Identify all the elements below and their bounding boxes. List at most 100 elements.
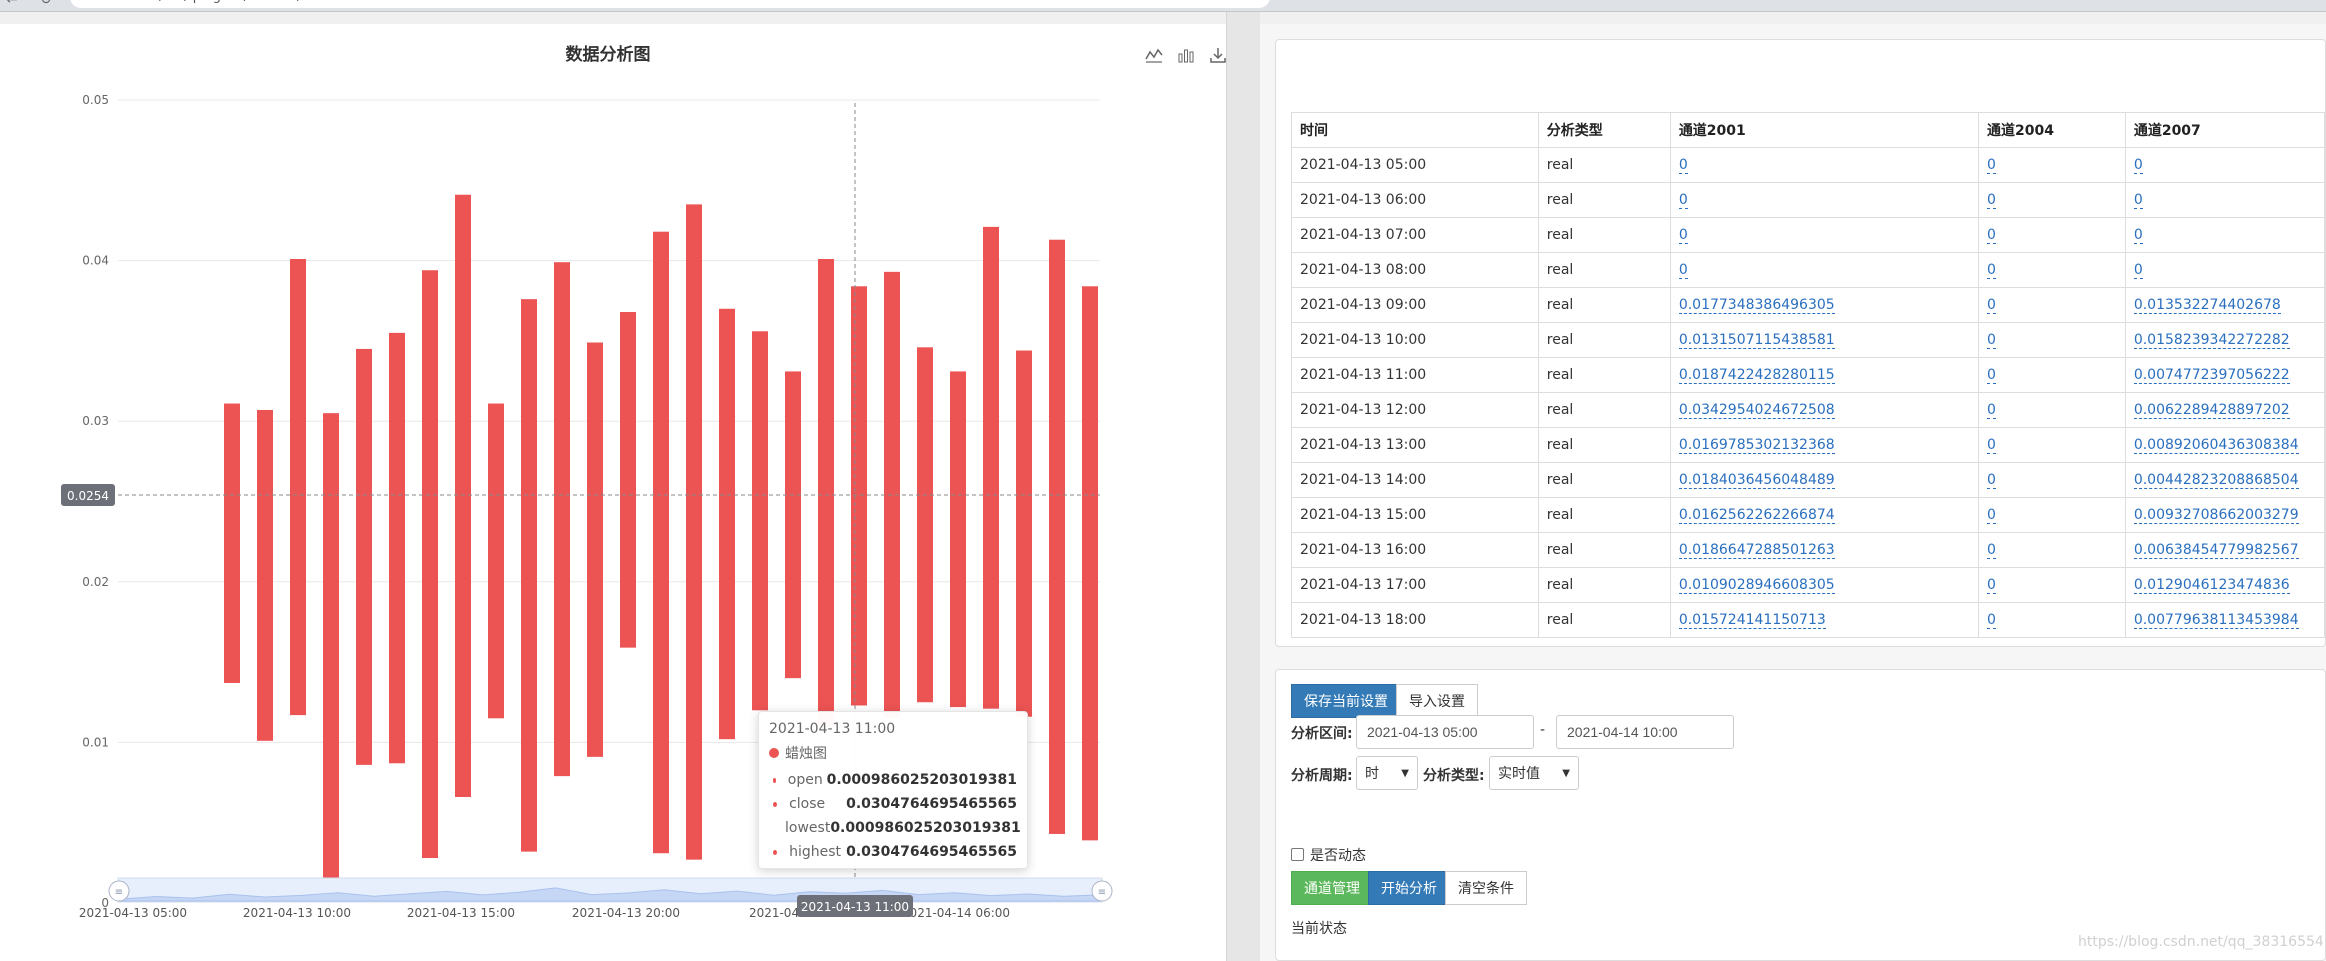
- channel-value-text[interactable]: 0: [1987, 507, 1996, 524]
- candle[interactable]: [917, 347, 933, 703]
- channel-value-link[interactable]: 0: [1978, 287, 2126, 323]
- channel-value-link[interactable]: 0.0184036456048489: [1669, 462, 1980, 498]
- candle[interactable]: [323, 413, 339, 887]
- channel-value-link[interactable]: 0: [1978, 182, 2126, 218]
- channel-value-link[interactable]: 0: [1978, 567, 2126, 603]
- candle[interactable]: [488, 403, 504, 719]
- channel-value-text[interactable]: 0: [1987, 472, 1996, 489]
- datazoom-slider[interactable]: ≡ ≡: [108, 877, 1113, 903]
- import-settings-button[interactable]: 导入设置: [1396, 684, 1478, 718]
- channel-value-link[interactable]: 0: [1978, 532, 2126, 568]
- channel-value-text[interactable]: 0.013532274402678: [2133, 297, 2281, 314]
- channel-value-text[interactable]: 0: [1987, 262, 1996, 279]
- channel-value-link[interactable]: 0.0074772397056222: [2124, 357, 2325, 393]
- channel-value-text[interactable]: 0.00932708662003279: [2133, 507, 2299, 524]
- channel-value-link[interactable]: 0.0342954024672508: [1669, 392, 1980, 428]
- candle[interactable]: [653, 231, 669, 854]
- candle[interactable]: [686, 204, 702, 860]
- candle[interactable]: [818, 258, 834, 727]
- candle[interactable]: [1016, 350, 1032, 717]
- column-header-time[interactable]: 时间: [1291, 112, 1539, 148]
- candle[interactable]: [620, 311, 636, 648]
- channel-value-text[interactable]: 0.0131507115438581: [1678, 332, 1835, 349]
- channel-value-text[interactable]: 0.00638454779982567: [2133, 542, 2299, 559]
- period-select[interactable]: 时 ▼: [1356, 756, 1418, 790]
- channel-value-text[interactable]: 0: [1987, 297, 1996, 314]
- dynamic-checkbox[interactable]: [1291, 848, 1304, 861]
- channel-value-link[interactable]: 0.0109028946608305: [1669, 567, 1980, 603]
- channel-management-button[interactable]: 通道管理: [1291, 871, 1373, 905]
- candle[interactable]: [785, 371, 801, 679]
- channel-value-text[interactable]: 0.0109028946608305: [1678, 577, 1835, 594]
- channel-value-link[interactable]: 0: [1669, 217, 1980, 253]
- channel-value-link[interactable]: 0: [1978, 392, 2126, 428]
- candle[interactable]: [851, 286, 867, 706]
- candle[interactable]: [950, 371, 966, 708]
- candle[interactable]: [1049, 239, 1065, 834]
- channel-value-text[interactable]: 0: [2133, 227, 2143, 244]
- channel-value-text[interactable]: 0.0187422428280115: [1678, 367, 1835, 384]
- channel-value-text[interactable]: 0: [1678, 157, 1688, 174]
- channel-value-link[interactable]: 0: [1669, 147, 1980, 183]
- channel-value-link[interactable]: 0: [1978, 217, 2126, 253]
- column-header-type[interactable]: 分析类型: [1537, 112, 1671, 148]
- channel-value-text[interactable]: 0.0158239342272282: [2133, 332, 2290, 349]
- type-select[interactable]: 实时值 ▼: [1489, 756, 1579, 790]
- column-header-channel-2007[interactable]: 通道2007: [2124, 112, 2325, 148]
- channel-value-link[interactable]: 0.0177348386496305: [1669, 287, 1980, 323]
- channel-value-text[interactable]: 0: [1987, 612, 1996, 629]
- channel-value-link[interactable]: 0: [1978, 357, 2126, 393]
- channel-value-text[interactable]: 0.00442823208868504: [2133, 472, 2299, 489]
- channel-value-text[interactable]: 0: [1987, 367, 1996, 384]
- candle[interactable]: [224, 403, 240, 683]
- candle[interactable]: [521, 299, 537, 852]
- channel-value-link[interactable]: 0.0062289428897202: [2124, 392, 2325, 428]
- channel-value-text[interactable]: 0: [2133, 262, 2143, 279]
- channel-value-link[interactable]: 0.0129046123474836: [2124, 567, 2325, 603]
- channel-value-text[interactable]: 0: [1987, 437, 1996, 454]
- channel-value-text[interactable]: 0: [1678, 262, 1688, 279]
- channel-value-link[interactable]: 0: [1978, 252, 2126, 288]
- channel-value-link[interactable]: 0.0186647288501263: [1669, 532, 1980, 568]
- channel-value-link[interactable]: 0: [1978, 322, 2126, 358]
- channel-value-link[interactable]: 0.015724141150713: [1669, 602, 1980, 638]
- channel-value-text[interactable]: 0.0342954024672508: [1678, 402, 1835, 419]
- channel-value-text[interactable]: 0: [1987, 542, 1996, 559]
- candle[interactable]: [257, 409, 273, 741]
- download-icon[interactable]: [1207, 44, 1229, 66]
- channel-value-link[interactable]: 0: [1978, 147, 2126, 183]
- channel-value-link[interactable]: 0.00442823208868504: [2124, 462, 2325, 498]
- channel-value-link[interactable]: 0: [1669, 252, 1980, 288]
- channel-value-text[interactable]: 0.0169785302132368: [1678, 437, 1835, 454]
- channel-value-text[interactable]: 0: [1987, 157, 1996, 174]
- channel-value-text[interactable]: 0.015724141150713: [1678, 612, 1826, 629]
- channel-value-link[interactable]: 0.0131507115438581: [1669, 322, 1980, 358]
- candle[interactable]: [983, 226, 999, 709]
- channel-value-link[interactable]: 0.0187422428280115: [1669, 357, 1980, 393]
- channel-value-link[interactable]: 0.00779638113453984: [2124, 602, 2325, 638]
- channel-value-text[interactable]: 0.0129046123474836: [2133, 577, 2290, 594]
- channel-value-text[interactable]: 0: [1987, 332, 1996, 349]
- channel-value-link[interactable]: 0.013532274402678: [2124, 287, 2325, 323]
- channel-value-link[interactable]: 0.00638454779982567: [2124, 532, 2325, 568]
- candle[interactable]: [1082, 286, 1098, 841]
- channel-value-text[interactable]: 0.0074772397056222: [2133, 367, 2290, 384]
- channel-value-text[interactable]: 0.0062289428897202: [2133, 402, 2290, 419]
- channel-value-text[interactable]: 0.0162562262266874: [1678, 507, 1835, 524]
- channel-value-link[interactable]: 0.00892060436308384: [2124, 427, 2325, 463]
- channel-value-link[interactable]: 0: [1978, 497, 2126, 533]
- range-end-input[interactable]: [1556, 715, 1734, 749]
- channel-value-text[interactable]: 0: [1678, 227, 1688, 244]
- channel-value-text[interactable]: 0: [1987, 402, 1996, 419]
- channel-value-text[interactable]: 0.0177348386496305: [1678, 297, 1835, 314]
- bar-chart-icon[interactable]: [1175, 44, 1197, 66]
- column-header-channel-2004[interactable]: 通道2004: [1978, 112, 2126, 148]
- candle[interactable]: [752, 331, 768, 711]
- candle[interactable]: [719, 308, 735, 740]
- column-header-channel-2001[interactable]: 通道2001: [1669, 112, 1980, 148]
- candle[interactable]: [587, 342, 603, 757]
- channel-value-text[interactable]: 0.0184036456048489: [1678, 472, 1835, 489]
- channel-value-link[interactable]: 0: [2124, 182, 2325, 218]
- channel-value-link[interactable]: 0: [1669, 182, 1980, 218]
- channel-value-link[interactable]: 0: [2124, 147, 2325, 183]
